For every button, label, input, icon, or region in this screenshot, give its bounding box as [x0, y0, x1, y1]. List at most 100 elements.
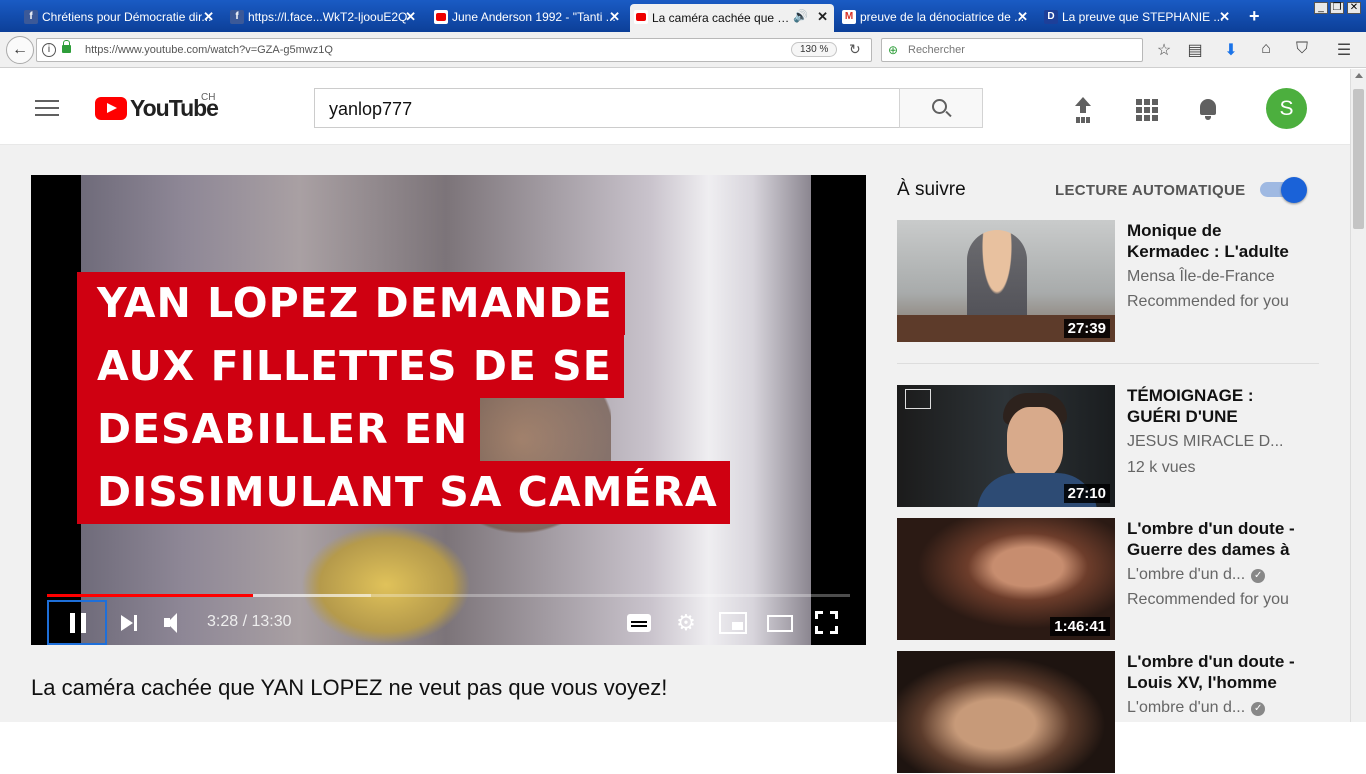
fullscreen-icon[interactable]: [815, 611, 838, 634]
channel-name: Mensa Île-de-France: [1127, 268, 1275, 285]
close-window-icon[interactable]: ✕: [1347, 2, 1361, 14]
theater-mode-icon[interactable]: [767, 615, 793, 632]
close-tab-icon[interactable]: ✕: [1219, 9, 1230, 25]
recommendation-item[interactable]: L'ombre d'un doute - Louis XV, l'homme L…: [897, 651, 1327, 774]
video-caption-overlay: YAN LOPEZ DEMANDE AUX FILLETTES DE SE DE…: [77, 272, 730, 524]
facebook-icon: f: [24, 10, 38, 24]
caption-line: DESABILLER EN: [77, 398, 481, 461]
zoom-level[interactable]: 130 %: [791, 42, 838, 57]
tab-title: La caméra cachée que Y...: [652, 11, 792, 25]
recommendation-item[interactable]: 27:39 Monique de Kermadec : L'adulte Men…: [897, 220, 1327, 343]
close-tab-icon[interactable]: ✕: [1017, 9, 1028, 25]
new-tab-button[interactable]: +: [1249, 6, 1260, 27]
channel-line: L'ombre d'un d... ✓: [1127, 699, 1266, 717]
reload-icon[interactable]: ↻: [849, 41, 861, 58]
avatar[interactable]: S: [1266, 88, 1307, 129]
url-text: https://www.youtube.com/watch?v=GZA-g5mw…: [85, 44, 333, 56]
subtitles-icon[interactable]: [627, 614, 651, 632]
video-thumbnail[interactable]: 27:39: [897, 220, 1115, 342]
recommendation-title[interactable]: Monique de Kermadec : L'adulte: [1127, 220, 1307, 262]
autoplay-toggle[interactable]: [1260, 177, 1307, 203]
country-code: CH: [201, 92, 216, 103]
miniplayer-icon[interactable]: [719, 612, 747, 634]
browser-tab-3[interactable]: June Anderson 1992 - "Tanti ... ✕: [430, 4, 626, 30]
autoplay-label: LECTURE AUTOMATIQUE: [1055, 182, 1246, 199]
upload-icon[interactable]: [1071, 97, 1095, 121]
browser-tab-5[interactable]: M preuve de la dénociatrice de ... ✕: [838, 4, 1034, 30]
browser-tab-active[interactable]: La caméra cachée que Y... 🔊 ✕: [630, 4, 834, 32]
recommendation-item[interactable]: 27:10 TÉMOIGNAGE : GUÉRI D'UNE JESUS MIR…: [897, 385, 1327, 508]
home-icon[interactable]: ⌂: [1256, 40, 1276, 58]
caption-line: YAN LOPEZ DEMANDE: [77, 272, 625, 335]
facebook-icon: f: [230, 10, 244, 24]
video-thumbnail[interactable]: 27:10: [897, 385, 1115, 507]
dailymotion-icon: D: [1044, 10, 1058, 24]
browser-tab-1[interactable]: f Chrétiens pour Démocratie dir... ✕: [20, 4, 220, 30]
player-controls: 3:28 / 13:30 ⚙: [31, 600, 866, 645]
bookmark-star-icon[interactable]: ☆: [1154, 40, 1174, 60]
video-duration: 27:39: [1063, 319, 1110, 338]
gmail-icon: M: [842, 10, 856, 24]
thumbnail-face: [1007, 407, 1063, 479]
channel-name: L'ombre d'un d...: [1127, 566, 1246, 583]
youtube-play-icon: [95, 97, 127, 120]
browser-tab-bar: f Chrétiens pour Démocratie dir... ✕ f h…: [0, 0, 1366, 32]
browser-search-field[interactable]: ⊕ Rechercher: [881, 38, 1143, 62]
speaker-icon[interactable]: 🔊: [793, 9, 808, 23]
settings-gear-icon[interactable]: ⚙: [675, 612, 697, 634]
browser-nav-bar: ← i https://www.youtube.com/watch?v=GZA-…: [0, 32, 1366, 68]
caption-line: DISSIMULANT SA CAMÉRA: [77, 461, 730, 524]
verified-check-icon: ✓: [1251, 702, 1266, 716]
download-icon[interactable]: ⬇: [1221, 40, 1241, 60]
video-duration: 1:46:41: [1050, 617, 1110, 636]
search-input[interactable]: yanlop777: [314, 88, 900, 128]
scrollbar-thumb[interactable]: [1353, 89, 1364, 229]
back-button[interactable]: ←: [6, 36, 34, 64]
youtube-icon: [434, 10, 448, 24]
lock-icon: [62, 40, 71, 53]
guide-menu-icon[interactable]: [35, 100, 59, 118]
pocket-icon[interactable]: ⛉: [1292, 40, 1312, 58]
search-button[interactable]: [899, 88, 983, 128]
tab-title: preuve de la dénociatrice de ...: [860, 10, 1025, 24]
divider: [897, 363, 1319, 364]
search-value: yanlop777: [329, 99, 413, 119]
close-tab-icon[interactable]: ✕: [405, 9, 416, 25]
recommendation-title[interactable]: L'ombre d'un doute - Guerre des dames à: [1127, 518, 1307, 560]
video-duration: 27:10: [1063, 484, 1110, 503]
restore-icon[interactable]: ❐: [1330, 2, 1344, 14]
video-thumbnail[interactable]: 1:46:41: [897, 518, 1115, 640]
progress-played: [47, 594, 253, 597]
reading-list-icon[interactable]: ▤: [1185, 40, 1205, 60]
notifications-bell-icon[interactable]: [1197, 97, 1221, 121]
volume-icon[interactable]: [164, 613, 186, 633]
menu-icon[interactable]: ☰: [1334, 40, 1354, 60]
channel-name: JESUS MIRACLE D...: [1127, 433, 1284, 450]
recommendation-title[interactable]: L'ombre d'un doute - Louis XV, l'homme: [1127, 651, 1307, 693]
page-scrollbar[interactable]: [1350, 69, 1366, 722]
pause-button[interactable]: [47, 600, 107, 645]
tab-title: https://l.face...WkT2-ljoouE2Q: [248, 10, 408, 24]
next-video-icon[interactable]: [121, 614, 139, 632]
scroll-up-arrow-icon[interactable]: [1355, 73, 1363, 78]
close-tab-icon[interactable]: ✕: [203, 9, 214, 25]
minimize-icon[interactable]: _: [1314, 2, 1328, 14]
youtube-logo[interactable]: YouTube CH: [95, 92, 219, 122]
info-icon[interactable]: i: [42, 43, 56, 57]
time-display: 3:28 / 13:30: [207, 613, 292, 630]
browser-tab-2[interactable]: f https://l.face...WkT2-ljoouE2Q ✕: [226, 4, 422, 30]
browser-tab-6[interactable]: D La preuve que STEPHANIE ... ✕: [1040, 4, 1236, 30]
close-tab-icon[interactable]: ✕: [609, 9, 620, 25]
channel-name: L'ombre d'un d...: [1127, 699, 1246, 716]
search-engine-icon[interactable]: ⊕: [888, 43, 902, 57]
apps-grid-icon[interactable]: [1134, 97, 1158, 121]
url-bar[interactable]: i https://www.youtube.com/watch?v=GZA-g5…: [36, 38, 872, 62]
video-thumbnail[interactable]: [897, 651, 1115, 773]
progress-bar[interactable]: [47, 594, 850, 597]
close-tab-icon[interactable]: ✕: [817, 9, 828, 25]
video-title: La caméra cachée que YAN LOPEZ ne veut p…: [31, 675, 668, 700]
video-player[interactable]: YAN LOPEZ DEMANDE AUX FILLETTES DE SE DE…: [31, 175, 866, 645]
tab-title: June Anderson 1992 - "Tanti ...: [452, 10, 616, 24]
recommendation-title[interactable]: TÉMOIGNAGE : GUÉRI D'UNE: [1127, 385, 1307, 427]
recommendation-item[interactable]: 1:46:41 L'ombre d'un doute - Guerre des …: [897, 518, 1327, 641]
